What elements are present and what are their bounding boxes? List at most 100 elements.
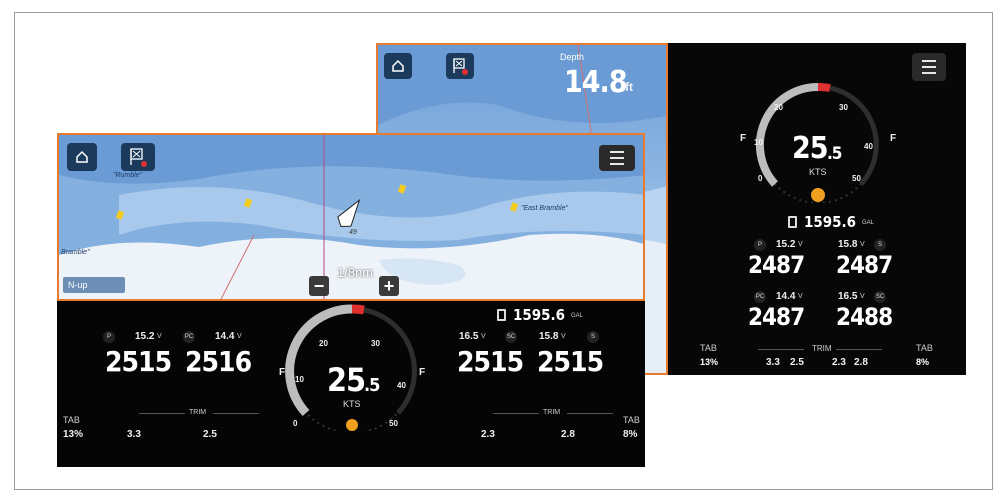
zoom-out-button[interactable]: −: [309, 276, 329, 296]
zoom-out-icon: −: [313, 276, 325, 296]
back-tab-right-label: TAB: [916, 343, 933, 353]
back-speed-unit: KTS: [809, 167, 827, 177]
engine-volts: 16.5: [459, 331, 479, 342]
engine-rpm: 2515: [537, 345, 604, 378]
engine-rpm: 2516: [185, 345, 252, 378]
depth-label: Depth: [560, 52, 585, 62]
flag-cross-icon: [130, 148, 147, 167]
engine-volt-unit: V: [860, 293, 865, 300]
engine-tag: P: [103, 331, 115, 343]
engine-rpm: 2488: [836, 303, 893, 331]
zoom-in-button[interactable]: +: [379, 276, 399, 296]
back-gauge-tick-40: 40: [864, 142, 873, 151]
front-chart-pane[interactable]: "Rumble" "East Bramble" Bramble" 49 − 1/…: [57, 133, 645, 301]
back-tab-left-label: TAB: [700, 343, 717, 353]
front-speed-value: 25: [327, 361, 366, 399]
trim-value: 2.3: [832, 357, 846, 368]
chart-label-east-bramble: "East Bramble": [521, 205, 568, 212]
front-fuel-value: 1595.6: [513, 306, 566, 324]
engine-volt-unit: V: [860, 241, 865, 248]
back-speed-value: 25: [792, 131, 829, 166]
trim-value: 3.3: [766, 357, 780, 368]
trim-value: 3.3: [127, 429, 141, 440]
waypoint-button[interactable]: [121, 143, 155, 171]
front-trim-left-label: TRIM: [189, 409, 207, 416]
waypoint-button[interactable]: [446, 53, 474, 79]
menu-icon: [610, 151, 624, 153]
back-gauge-f-right: F: [890, 133, 897, 144]
menu-button[interactable]: [599, 145, 635, 171]
front-tab-left-label: TAB: [63, 415, 80, 425]
depth-value: 14.8: [564, 65, 628, 100]
engine-volts: 14.4: [215, 331, 235, 342]
home-button[interactable]: [384, 53, 412, 79]
orientation-button[interactable]: N-up: [63, 277, 125, 293]
trim-value: 2.8: [854, 357, 868, 368]
engine-tag: S: [587, 331, 599, 343]
front-gauge-tick-0: 0: [293, 419, 298, 428]
front-tab-right-value: 8%: [623, 429, 638, 440]
engine-volts: 15.8: [539, 331, 559, 342]
engine-tag: SC: [505, 331, 517, 343]
back-trim-label: TRIM: [812, 344, 832, 353]
front-gauge-tick-40: 40: [397, 381, 406, 390]
front-fuel-unit: GAL: [571, 313, 584, 319]
front-speed-decimal: .5: [364, 375, 380, 396]
back-gauge-tick-0: 0: [758, 174, 763, 183]
front-gauge-f-right: F: [419, 367, 426, 378]
trim-value: 2.8: [561, 429, 575, 440]
engine-rpm: 2515: [105, 345, 172, 378]
engine-tag: PC: [754, 291, 766, 303]
back-speed-decimal: .5: [827, 144, 842, 164]
engine-tag: S: [874, 239, 886, 251]
fuel-icon: [788, 216, 797, 228]
home-icon: [76, 150, 88, 163]
engine-tag: P: [754, 239, 766, 251]
back-fuel-value: 1595.6: [804, 213, 857, 231]
engine-rpm: 2487: [836, 251, 893, 279]
back-gauge-tick-20: 20: [774, 103, 783, 112]
front-gauge-f-left: F: [279, 367, 286, 378]
engine-volt-unit: V: [157, 333, 162, 340]
back-tab-left-value: 13%: [700, 357, 719, 367]
flag-cross-icon: [453, 58, 468, 75]
back-fuel-unit: GAL: [862, 220, 875, 226]
engine-volts: 16.5: [838, 291, 858, 302]
depth-unit: ft: [625, 80, 633, 94]
front-trim-right-label: TRIM: [543, 409, 561, 416]
fuel-icon: [497, 309, 506, 321]
trim-value: 2.5: [790, 357, 804, 368]
back-tab-right-value: 8%: [916, 357, 930, 367]
front-gauge-tick-10: 10: [295, 375, 304, 384]
menu-button[interactable]: [912, 53, 946, 81]
back-gauge-tick-10: 10: [754, 138, 763, 147]
front-dashboard: P 15.2 V 2515 PC 14.4 V 2516 TAB 13% TRI…: [57, 301, 645, 467]
engine-volts: 15.8: [838, 239, 858, 250]
back-gauge-f-left: F: [740, 133, 747, 144]
engine-volts: 15.2: [776, 239, 796, 250]
front-gauge-tick-30: 30: [371, 339, 380, 348]
orientation-label: N-up: [68, 280, 88, 290]
back-gauge-tick-30: 30: [839, 103, 848, 112]
front-gauge-tick-20: 20: [319, 339, 328, 348]
zoom-in-icon: +: [383, 276, 395, 296]
scale-label: 1/8nm: [337, 265, 374, 280]
engine-rpm: 2515: [457, 345, 524, 378]
front-tab-right-label: TAB: [623, 415, 640, 425]
home-button[interactable]: [67, 143, 97, 171]
engine-rpm: 2487: [748, 251, 805, 279]
engine-volt-unit: V: [798, 293, 803, 300]
home-icon: [392, 59, 404, 72]
engine-volts: 15.2: [135, 331, 155, 342]
engine-volt-unit: V: [561, 333, 566, 340]
engine-volts: 14.4: [776, 291, 796, 302]
trim-value: 2.5: [203, 429, 217, 440]
front-speed-unit: KTS: [343, 399, 361, 409]
engine-volt-unit: V: [798, 241, 803, 248]
back-gauge-tick-50: 50: [852, 174, 861, 183]
trim-value: 2.3: [481, 429, 495, 440]
front-tab-left-value: 13%: [63, 429, 84, 440]
front-gauge-tick-50: 50: [389, 419, 398, 428]
chart-label-bramble: Bramble": [61, 249, 90, 256]
front-screen: "Rumble" "East Bramble" Bramble" 49 − 1/…: [57, 133, 645, 467]
